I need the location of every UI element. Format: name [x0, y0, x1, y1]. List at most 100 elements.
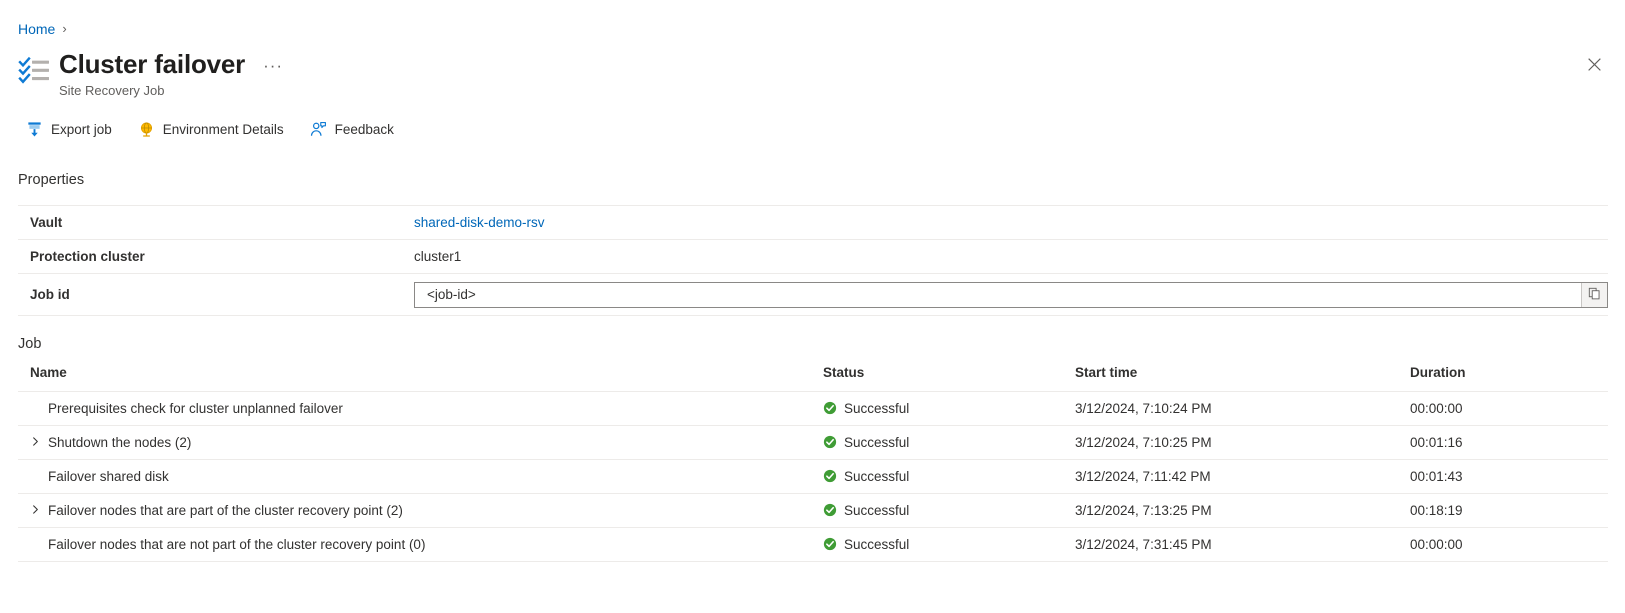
checklist-icon — [18, 54, 52, 88]
page-header: Cluster failover ··· Site Recovery Job — [18, 48, 287, 99]
success-check-icon — [823, 503, 837, 517]
job-cell-status: Successful — [808, 493, 1075, 527]
job-cell-name: Shutdown the nodes (2) — [18, 425, 808, 459]
site-recovery-job-blade: Home › Cluster failover ··· — [0, 0, 1625, 613]
environment-details-button[interactable]: Environment Details — [134, 116, 296, 142]
feedback-button[interactable]: Feedback — [306, 116, 406, 142]
job-cell-duration: 00:01:16 — [1410, 425, 1608, 459]
column-header-start-time[interactable]: Start time — [1075, 363, 1410, 391]
job-cell-name: Failover nodes that are not part of the … — [18, 527, 808, 561]
job-table-header-row: Name Status Start time Duration — [18, 363, 1608, 391]
export-job-button[interactable]: Export job — [22, 116, 124, 142]
status-badge: Successful — [823, 469, 1075, 484]
column-header-status[interactable]: Status — [808, 363, 1075, 391]
properties-row-job-id: Job id — [18, 274, 1608, 316]
environment-globe-icon — [138, 121, 155, 138]
job-cell-duration: 00:00:00 — [1410, 527, 1608, 561]
table-row[interactable]: Shutdown the nodes (2) Successful — [18, 425, 1608, 459]
job-cell-status: Successful — [808, 425, 1075, 459]
status-badge: Successful — [823, 435, 1075, 450]
job-cell-name: Failover nodes that are part of the clus… — [18, 493, 808, 527]
breadcrumb-home-link[interactable]: Home — [18, 20, 55, 38]
status-text: Successful — [844, 537, 909, 552]
status-text: Successful — [844, 469, 909, 484]
copy-icon — [1588, 287, 1601, 303]
job-cell-status: Successful — [808, 459, 1075, 493]
feedback-person-icon — [310, 121, 327, 138]
export-job-label: Export job — [51, 122, 112, 137]
properties-value-protection-cluster: cluster1 — [414, 240, 1608, 274]
properties-key-vault: Vault — [18, 206, 414, 240]
command-bar: Export job Environment Details — [22, 116, 416, 142]
status-text: Successful — [844, 503, 909, 518]
job-heading: Job — [18, 335, 41, 353]
table-row[interactable]: Failover nodes that are not part of the … — [18, 527, 1608, 561]
job-cell-name: Prerequisites check for cluster unplanne… — [18, 391, 808, 425]
job-cell-duration: 00:18:19 — [1410, 493, 1608, 527]
copy-job-id-button[interactable] — [1581, 283, 1607, 307]
table-row[interactable]: Failover nodes that are part of the clus… — [18, 493, 1608, 527]
feedback-label: Feedback — [335, 122, 394, 137]
job-id-field-group — [414, 282, 1608, 308]
close-blade-button[interactable] — [1580, 53, 1608, 81]
chevron-right-icon[interactable] — [30, 435, 41, 450]
properties-row-vault: Vault shared-disk-demo-rsv — [18, 206, 1608, 240]
job-name-wrapper: Failover nodes that are not part of the … — [18, 537, 808, 552]
job-cell-start-time: 3/12/2024, 7:11:42 PM — [1075, 459, 1410, 493]
expand-slot — [30, 435, 48, 450]
job-steps-table: Name Status Start time Duration Prerequi… — [18, 363, 1608, 562]
job-id-input[interactable] — [415, 283, 1581, 307]
job-cell-status: Successful — [808, 391, 1075, 425]
close-icon — [1587, 57, 1602, 77]
properties-key-job-id: Job id — [18, 274, 414, 316]
properties-value-vault: shared-disk-demo-rsv — [414, 206, 1608, 240]
expand-slot — [30, 503, 48, 518]
status-badge: Successful — [823, 537, 1075, 552]
table-row[interactable]: Prerequisites check for cluster unplanne… — [18, 391, 1608, 425]
table-row[interactable]: Failover shared disk Successful — [18, 459, 1608, 493]
properties-key-protection-cluster: Protection cluster — [18, 240, 414, 274]
status-badge: Successful — [823, 503, 1075, 518]
job-cell-start-time: 3/12/2024, 7:10:24 PM — [1075, 391, 1410, 425]
page-title: Cluster failover — [59, 48, 245, 80]
export-icon — [26, 121, 43, 138]
job-cell-start-time: 3/12/2024, 7:13:25 PM — [1075, 493, 1410, 527]
success-check-icon — [823, 401, 837, 415]
properties-row-protection-cluster: Protection cluster cluster1 — [18, 240, 1608, 274]
success-check-icon — [823, 469, 837, 483]
properties-table: Vault shared-disk-demo-rsv Protection cl… — [18, 205, 1608, 316]
breadcrumb: Home › — [18, 20, 67, 38]
status-text: Successful — [844, 401, 909, 416]
breadcrumb-separator-icon: › — [62, 20, 66, 38]
job-name-wrapper: Failover nodes that are part of the clus… — [18, 503, 808, 518]
job-step-name[interactable]: Shutdown the nodes (2) — [48, 435, 191, 450]
properties-value-job-id — [414, 274, 1608, 316]
page-subtitle: Site Recovery Job — [59, 82, 287, 99]
vault-link[interactable]: shared-disk-demo-rsv — [414, 215, 545, 230]
job-step-name: Failover nodes that are not part of the … — [48, 537, 425, 552]
job-cell-duration: 00:01:43 — [1410, 459, 1608, 493]
job-step-name[interactable]: Failover nodes that are part of the clus… — [48, 503, 403, 518]
job-name-wrapper: Failover shared disk — [18, 469, 808, 484]
success-check-icon — [823, 537, 837, 551]
page-header-text: Cluster failover ··· Site Recovery Job — [59, 48, 287, 99]
job-name-wrapper: Shutdown the nodes (2) — [18, 435, 808, 450]
job-cell-status: Successful — [808, 527, 1075, 561]
job-name-wrapper: Prerequisites check for cluster unplanne… — [18, 401, 808, 416]
page-title-line: Cluster failover ··· — [59, 48, 287, 80]
more-options-button[interactable]: ··· — [259, 57, 287, 75]
job-cell-start-time: 3/12/2024, 7:10:25 PM — [1075, 425, 1410, 459]
job-step-name: Failover shared disk — [48, 469, 169, 484]
column-header-duration[interactable]: Duration — [1410, 363, 1608, 391]
job-cell-name: Failover shared disk — [18, 459, 808, 493]
properties-heading: Properties — [18, 171, 84, 189]
environment-details-label: Environment Details — [163, 122, 284, 137]
job-step-name: Prerequisites check for cluster unplanne… — [48, 401, 343, 416]
job-cell-start-time: 3/12/2024, 7:31:45 PM — [1075, 527, 1410, 561]
job-cell-duration: 00:00:00 — [1410, 391, 1608, 425]
chevron-right-icon[interactable] — [30, 503, 41, 518]
success-check-icon — [823, 435, 837, 449]
status-badge: Successful — [823, 401, 1075, 416]
status-text: Successful — [844, 435, 909, 450]
column-header-name[interactable]: Name — [18, 363, 808, 391]
